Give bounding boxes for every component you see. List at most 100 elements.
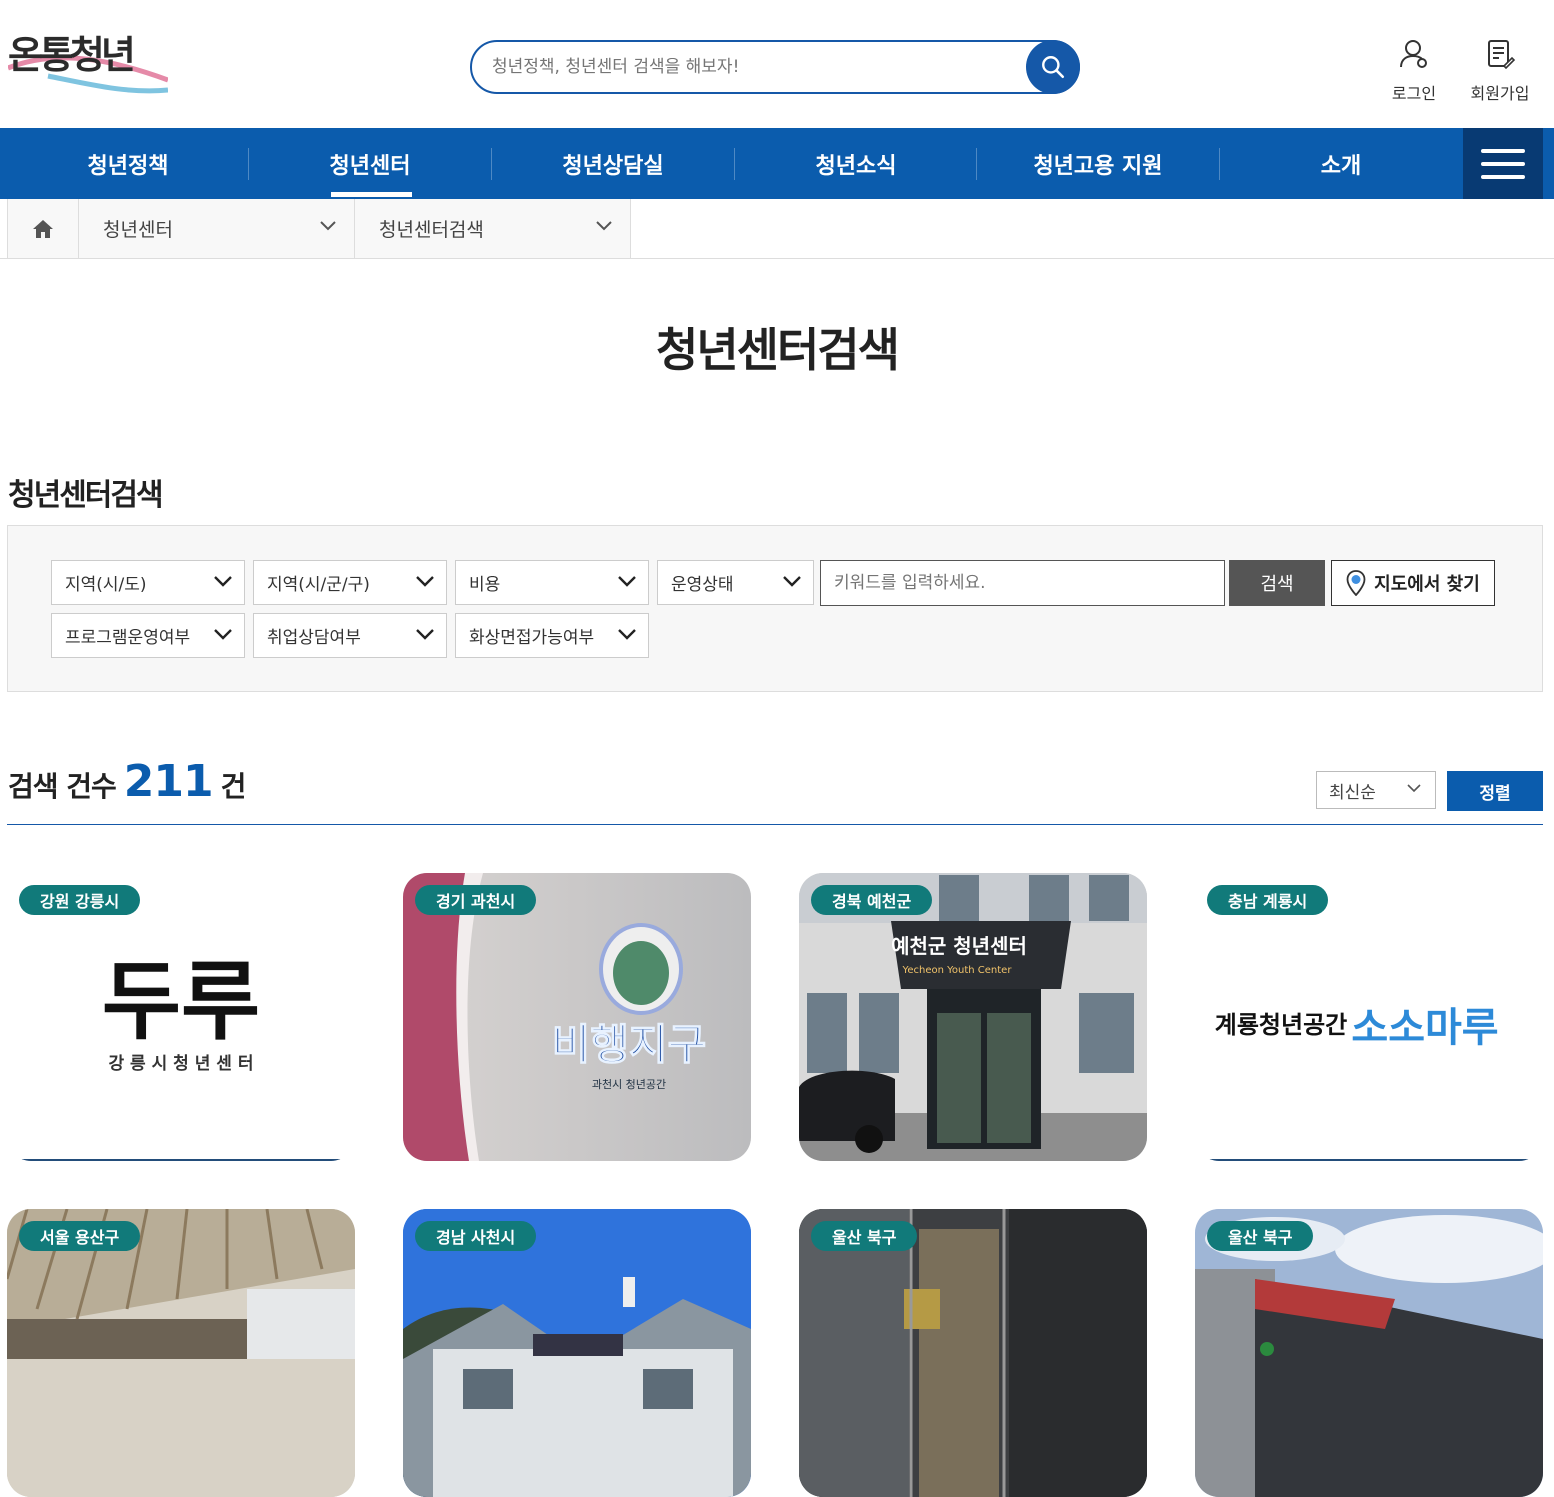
svg-text:온통청년: 온통청년 [8,33,133,77]
center-photo: 비행지구 과천시 청년공간 [403,873,751,1161]
all-menu-button[interactable] [1463,128,1543,199]
breadcrumb: 청년센터 청년센터검색 [0,199,1554,259]
result-count: 검색 건수 211 건 [8,756,247,807]
region-badge: 충남 계룡시 [1207,885,1329,915]
signup-link[interactable]: 회원가입 [1464,38,1536,104]
center-photo: 예천군 청년센터 Yecheon Youth Center [799,873,1147,1161]
result-divider [7,824,1543,825]
center-sign-sub: 과천시 청년공간 [592,1077,666,1091]
center-logo-main: 두루 [102,952,260,1052]
home-icon [33,219,53,238]
status-label: 운영상태 [671,575,734,595]
center-card[interactable]: 경기 과천시 비행지구 과천시 청년공간 [403,873,751,1161]
center-card[interactable]: 울산 북구 [799,1209,1147,1497]
chevron-down-icon [416,576,434,587]
job-counsel-label: 취업상담여부 [267,628,361,648]
center-logo-main: 계룡청년공간 [1215,1011,1347,1039]
center-card[interactable]: 서울 용산구 [7,1209,355,1497]
nav-item-employment[interactable]: 청년고용 지원 [977,128,1219,199]
login-link[interactable]: 로그인 [1378,38,1450,104]
region-badge: 울산 북구 [811,1221,918,1251]
breadcrumb-level2-dropdown[interactable]: 청년센터검색 [355,199,631,258]
center-card[interactable]: 경북 예천군 예천군 청년센터 Yecheon Youth Center [799,873,1147,1161]
breadcrumb-level1-label: 청년센터 [103,219,173,241]
region-province-label: 지역(시/도) [65,575,147,595]
login-label: 로그인 [1391,84,1437,103]
region-city-select[interactable]: 지역(시/군/구) [253,560,447,605]
map-search-label: 지도에서 찾기 [1374,574,1480,595]
region-province-select[interactable]: 지역(시/도) [51,560,245,605]
center-sign-text: 비행지구 [552,1020,707,1069]
chevron-down-icon [618,629,636,640]
chevron-down-icon [618,576,636,587]
keyword-field [820,560,1225,606]
chevron-down-icon [783,576,801,587]
sort-select-value: 최신순 [1329,782,1376,803]
site-search-button[interactable] [1026,40,1080,94]
center-logo-image: 계룡청년공간 소소마루 [1215,1005,1499,1051]
page-title: 청년센터검색 [656,323,900,377]
search-button[interactable]: 검색 [1229,560,1325,606]
job-counsel-select[interactable]: 취업상담여부 [253,613,447,658]
site-search [470,40,1080,94]
center-sign-sub: Yecheon Youth Center [902,965,1013,976]
signup-form-icon [1488,40,1516,70]
breadcrumb-level1-dropdown[interactable]: 청년센터 [79,199,355,258]
center-logo-image: 두루 강 릉 시 청 년 센 터 [102,952,260,1074]
cost-select[interactable]: 비용 [455,560,649,605]
nav-active-indicator [331,192,412,197]
region-badge: 서울 용산구 [19,1221,141,1251]
program-label: 프로그램운영여부 [65,628,191,648]
sort-button[interactable]: 정렬 [1447,771,1543,811]
video-interview-select[interactable]: 화상면접가능여부 [455,613,649,658]
site-header: 온통청년 로그인 회원가입 [0,0,1554,128]
section-title: 청년센터검색 [8,478,164,513]
chevron-down-icon [596,221,612,231]
map-pin-icon [1346,570,1366,596]
site-search-input[interactable] [492,54,1022,80]
status-select[interactable]: 운영상태 [657,560,814,605]
video-interview-label: 화상면접가능여부 [469,628,595,648]
chevron-down-icon [416,629,434,640]
region-badge: 경북 예천군 [811,885,933,915]
program-select[interactable]: 프로그램운영여부 [51,613,245,658]
search-filter-panel: 지역(시/도) 지역(시/군/구) 비용 운영상태 검색 지도에서 찾기 프로그… [7,525,1543,692]
nav-item-news[interactable]: 청년소식 [735,128,977,199]
nav-item-about[interactable]: 소개 [1220,128,1462,199]
center-card[interactable]: 충남 계룡시 계룡청년공간 소소마루 [1195,873,1543,1161]
chevron-down-icon [1407,784,1421,793]
map-search-button[interactable]: 지도에서 찾기 [1331,560,1495,606]
user-icon [1400,40,1427,68]
breadcrumb-home[interactable] [7,199,79,258]
main-nav: 청년정책 청년센터 청년상담실 청년소식 청년고용 지원 소개 [0,128,1554,199]
sort-select[interactable]: 최신순 [1316,771,1436,809]
center-photo [7,1209,355,1497]
region-badge: 강원 강릉시 [19,885,141,915]
hamburger-icon [1481,148,1525,179]
center-photo [799,1209,1147,1497]
result-count-suffix: 건 [220,770,247,803]
center-photo [403,1209,751,1497]
center-card[interactable]: 울산 북구 [1195,1209,1543,1497]
region-badge: 울산 북구 [1207,1221,1314,1251]
breadcrumb-level2-label: 청년센터검색 [379,219,484,241]
chevron-down-icon [214,576,232,587]
center-card[interactable]: 경남 사천시 [403,1209,751,1497]
nav-item-counseling[interactable]: 청년상담실 [492,128,734,199]
chevron-down-icon [320,221,336,231]
nav-item-policy[interactable]: 청년정책 [7,128,249,199]
keyword-input[interactable] [821,561,1224,605]
site-logo[interactable]: 온통청년 [8,24,168,100]
cost-label: 비용 [469,575,501,595]
result-count-number: 211 [123,756,214,807]
center-card[interactable]: 강원 강릉시 두루 강 릉 시 청 년 센 터 [7,873,355,1161]
search-icon [1042,56,1065,79]
signup-label: 회원가입 [1470,84,1530,103]
region-city-label: 지역(시/군/구) [267,575,370,595]
center-sign-text: 예천군 청년센터 [891,934,1027,958]
center-logo-accent: 소소마루 [1351,1005,1498,1051]
center-photo [1195,1209,1543,1497]
chevron-down-icon [214,629,232,640]
region-badge: 경남 사천시 [415,1221,537,1251]
nav-item-center[interactable]: 청년센터 [249,128,491,199]
